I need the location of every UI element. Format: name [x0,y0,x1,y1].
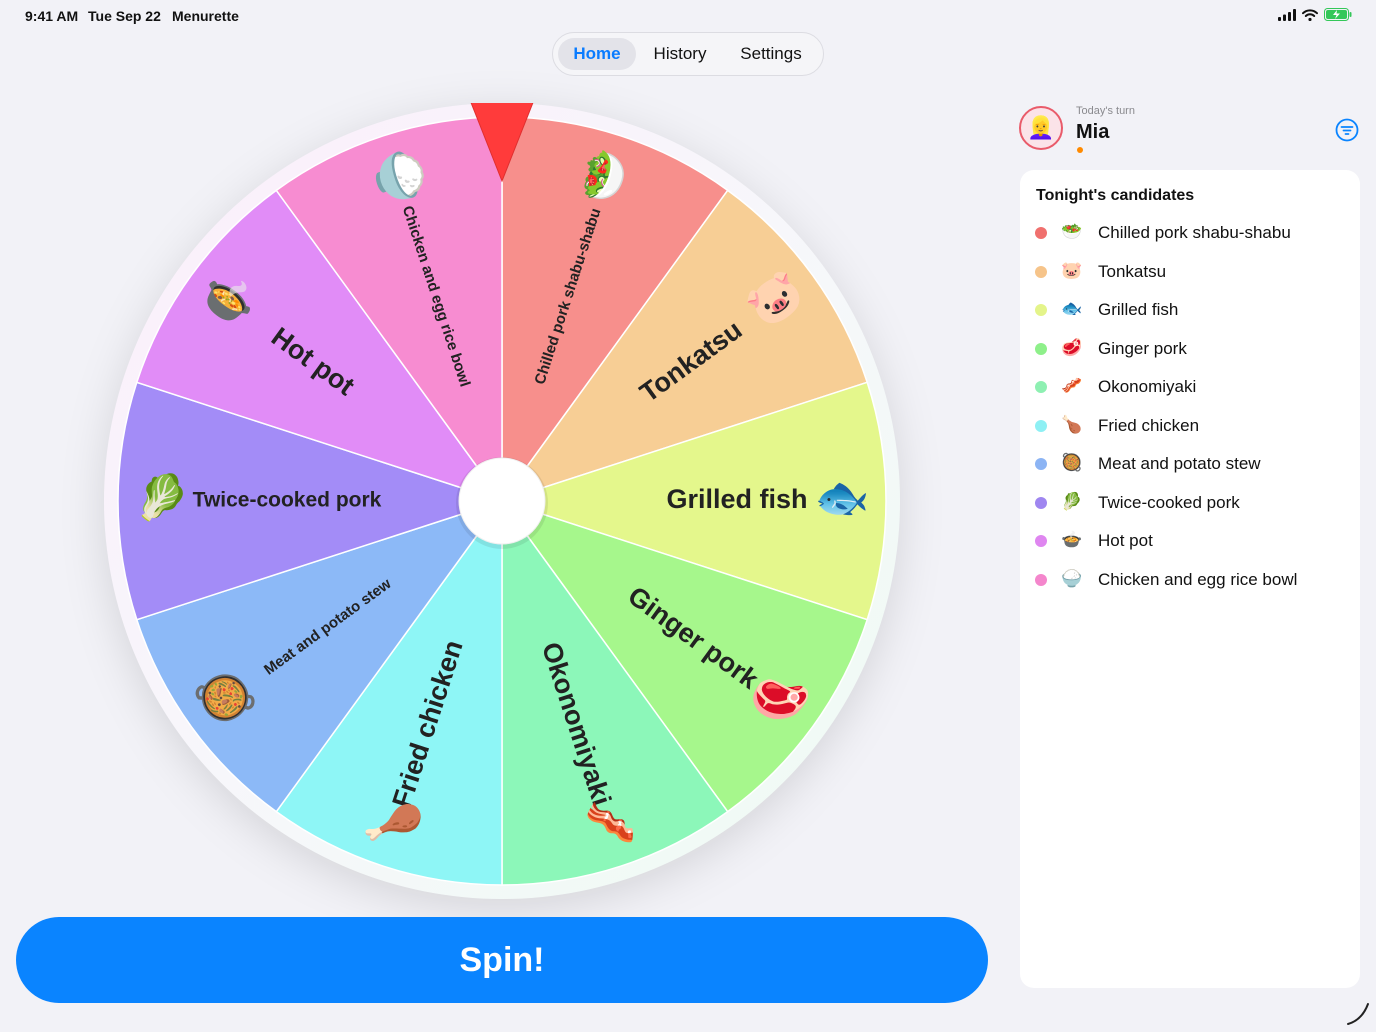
candidate-label: Chicken and egg rice bowl [1098,569,1298,589]
resize-handle-icon[interactable] [1340,996,1372,1028]
candidate-label: Ginger pork [1098,338,1187,358]
candidate-label: Okonomiyaki [1098,377,1197,396]
roulette-wheel[interactable]: Chilled pork shabu-shabu 🥗 Tonkatsu 🐷 Grille… [104,103,900,899]
candidate-label: Twice-cooked pork [1098,492,1240,512]
candidate-emoji-icon: 🐟 [1061,299,1083,318]
status-time: 9:41 AM [25,8,79,24]
battery-charging-icon [1324,8,1352,21]
candidate-color-dot [1035,304,1047,316]
tab-history[interactable]: History [639,38,721,70]
candidate-item[interactable]: 🥗 Chilled pork shabu-shabu [1020,214,1360,250]
candidate-color-dot [1035,381,1047,393]
candidate-color-dot [1035,227,1047,239]
candidate-item[interactable]: 🐷 Tonkatsu [1020,253,1360,289]
candidate-item[interactable]: 🍲 Hot pot [1020,522,1360,558]
candidate-color-dot [1035,535,1047,547]
candidate-emoji-icon: 🥗 [1061,222,1083,241]
tab-bar: Home History Settings [552,32,824,76]
avatar-emoji: 👱‍♀️ [1027,115,1055,140]
candidate-emoji-icon: 🥩 [1061,337,1083,357]
candidate-item[interactable]: 🍗 Fried chicken [1020,407,1360,443]
candidate-item[interactable]: 🥓 Okonomiyaki [1020,368,1360,404]
turn-name: Mia [1076,121,1110,143]
candidate-label: Meat and potato stew [1098,454,1261,473]
wheel-segment-label: Twice-cooked pork [193,489,382,512]
candidate-label: Hot pot [1098,531,1153,550]
candidate-item[interactable]: 🍚 Chicken and egg rice bowl [1020,561,1360,597]
candidate-label: Grilled fish [1098,300,1179,319]
tab-home[interactable]: Home [558,38,636,70]
spin-button[interactable]: Spin! [16,917,988,1003]
candidate-item[interactable]: 🥩 Ginger pork [1020,330,1360,366]
wheel-segment-emoji-icon: 🥬 [135,473,190,523]
tab-settings[interactable]: Settings [725,38,817,70]
candidate-color-dot [1035,573,1047,586]
candidate-emoji-icon: 🥘 [1061,453,1083,472]
candidate-emoji-icon: 🐷 [1061,260,1083,280]
candidate-item[interactable]: 🥘 Meat and potato stew [1020,445,1360,481]
candidate-emoji-icon: 🍲 [1061,530,1083,549]
wheel-hub[interactable] [458,457,546,545]
candidate-color-dot [1035,265,1047,278]
panel-title: Tonight's candidates [1036,187,1195,204]
wheel-graphic: Chilled pork shabu-shabu🥗Tonkatsu🐷Grille… [104,103,900,899]
signal-icon [1278,8,1296,21]
turn-indicator-dot [1077,147,1083,153]
status-bar: 9:41 AM Tue Sep 22 Menurette [0,0,1376,32]
status-app-name: Menurette [172,8,239,24]
filter-icon[interactable] [1335,118,1359,142]
candidate-label: Chilled pork shabu-shabu [1098,223,1291,242]
status-icons [1278,8,1352,21]
candidate-color-dot [1035,458,1047,470]
wheel-segment-label: Grilled fish [666,484,807,514]
candidate-emoji-icon: 🍚 [1061,568,1083,588]
candidate-label: Fried chicken [1098,415,1200,435]
status-date: Tue Sep 22 [88,8,161,24]
wheel-segment-emoji-icon: 🐟 [815,474,870,523]
candidate-color-dot [1035,496,1047,509]
candidates-panel: Tonight's candidates 🥗 Chilled pork shabu… [1020,170,1360,988]
todays-turn: 👱‍♀️ Today's turn Mia [1019,104,1359,160]
candidate-item[interactable]: 🐟 Grilled fish [1020,291,1360,327]
candidate-emoji-icon: 🍗 [1061,414,1083,434]
turn-label: Today's turn [1076,105,1135,117]
candidate-color-dot [1035,342,1047,355]
candidate-item[interactable]: 🥬 Twice-cooked pork [1020,484,1360,520]
candidate-emoji-icon: 🥓 [1061,376,1083,395]
avatar[interactable]: 👱‍♀️ [1019,106,1063,150]
candidate-label: Tonkatsu [1098,261,1167,281]
candidate-color-dot [1035,419,1047,432]
wifi-icon [1302,8,1318,21]
candidate-emoji-icon: 🥬 [1061,491,1083,511]
